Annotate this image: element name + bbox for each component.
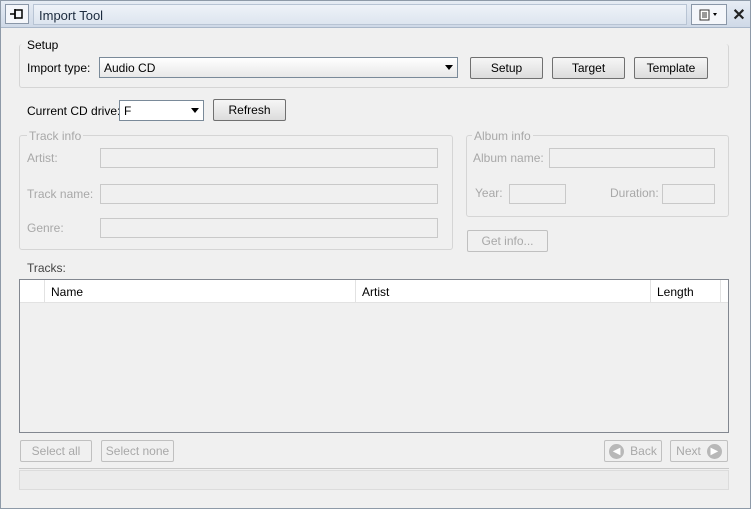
- duration-label: Duration:: [610, 186, 659, 200]
- cd-drive-select[interactable]: F: [119, 100, 204, 121]
- tracks-label: Tracks:: [27, 261, 66, 275]
- artist-label: Artist:: [27, 151, 58, 165]
- artist-field[interactable]: [100, 148, 438, 168]
- column-header-check[interactable]: [20, 280, 45, 303]
- duration-field[interactable]: [662, 184, 715, 204]
- track-info-group-label: Track info: [27, 129, 84, 143]
- properties-icon[interactable]: [691, 4, 727, 25]
- chevron-down-icon: [191, 108, 199, 113]
- close-icon[interactable]: ✕: [729, 4, 749, 25]
- cd-drive-value: F: [124, 104, 132, 118]
- import-tool-window: Import Tool ✕ Setup Import type: Audio C…: [0, 0, 751, 509]
- next-button[interactable]: Next ▶: [670, 440, 728, 462]
- back-button[interactable]: ◀ Back: [604, 440, 662, 462]
- back-arrow-icon: ◀: [609, 443, 625, 459]
- cd-drive-label: Current CD drive:: [27, 104, 121, 118]
- import-type-select[interactable]: Audio CD: [99, 57, 458, 78]
- get-info-button[interactable]: Get info...: [467, 230, 548, 252]
- next-arrow-icon: ▶: [706, 443, 722, 459]
- setup-button[interactable]: Setup: [470, 57, 543, 79]
- title-bar: Import Tool ✕: [1, 1, 750, 28]
- track-name-label: Track name:: [27, 187, 94, 201]
- import-type-label: Import type:: [27, 61, 91, 75]
- column-header-length[interactable]: Length: [651, 280, 721, 303]
- setup-group-label: Setup: [25, 38, 61, 52]
- year-field[interactable]: [509, 184, 566, 204]
- column-header-artist[interactable]: Artist: [356, 280, 651, 303]
- title-area: [33, 4, 687, 25]
- next-button-label: Next: [676, 444, 701, 458]
- album-info-group-label: Album info: [472, 129, 533, 143]
- column-header-name[interactable]: Name: [45, 280, 356, 303]
- genre-field[interactable]: [100, 218, 438, 238]
- album-name-field[interactable]: [549, 148, 715, 168]
- year-label: Year:: [475, 186, 503, 200]
- window-title: Import Tool: [39, 8, 104, 23]
- status-bar: [19, 470, 729, 490]
- template-button[interactable]: Template: [634, 57, 708, 79]
- chevron-down-icon: [445, 65, 453, 70]
- target-button[interactable]: Target: [552, 57, 625, 79]
- refresh-button[interactable]: Refresh: [213, 99, 286, 121]
- import-type-value: Audio CD: [104, 61, 156, 75]
- album-name-label: Album name:: [473, 151, 544, 165]
- footer-separator: [19, 468, 729, 469]
- tracks-list-header: Name Artist Length: [20, 280, 728, 303]
- select-none-button[interactable]: Select none: [101, 440, 174, 462]
- track-name-field[interactable]: [100, 184, 438, 204]
- select-all-button[interactable]: Select all: [20, 440, 92, 462]
- back-button-label: Back: [630, 444, 657, 458]
- pin-icon[interactable]: [5, 4, 29, 24]
- tracks-list[interactable]: Name Artist Length: [19, 279, 729, 433]
- properties-glyph: [699, 9, 717, 20]
- genre-label: Genre:: [27, 221, 64, 235]
- pin-glyph: [10, 9, 23, 19]
